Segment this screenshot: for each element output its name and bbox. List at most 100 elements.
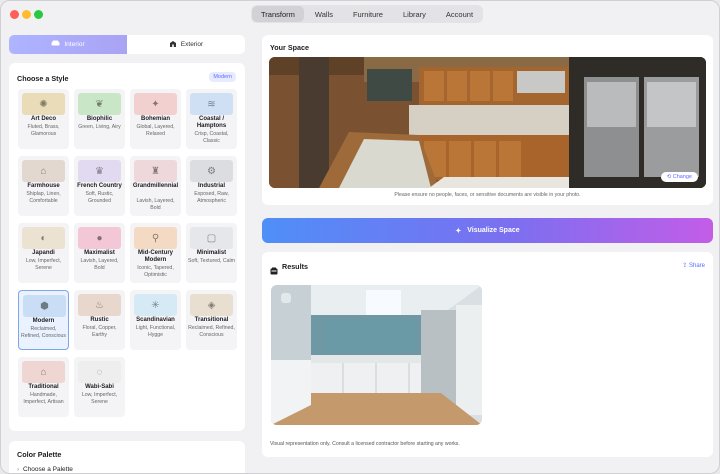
style-card-transitional[interactable]: ◈ Transitional Reclaimed, Refined, Conscio… <box>186 290 237 350</box>
style-description: Low, Imperfect, Serene <box>81 392 118 405</box>
style-description: Lavish, Layered, Bold <box>136 198 175 211</box>
style-description: Global, Layered, Relaxed <box>136 124 175 137</box>
main-nav: Transform Walls Furniture Library Accoun… <box>251 5 484 23</box>
style-card-mid-century-modern[interactable]: ⚲ Mid-Century Modern Iconic, Tapered, Opti… <box>130 223 181 283</box>
lamp-icon: ⚲ <box>134 227 177 249</box>
exterior-button[interactable]: Exterior <box>127 35 245 54</box>
left-sidebar: Interior Exterior Choose a Style Modern … <box>9 35 245 473</box>
style-name: Rustic <box>90 317 109 323</box>
style-card-rustic[interactable]: ♨ Rustic Floral, Copper, Earthy <box>74 290 125 350</box>
style-panel-title: Choose a Style <box>17 74 69 83</box>
result-render-image[interactable] <box>271 285 482 425</box>
tab-library[interactable]: Library <box>394 6 435 22</box>
titlebar: Transform Walls Furniture Library Accoun… <box>1 1 719 27</box>
style-card-industrial[interactable]: ⚙ Industrial Exposed, Raw, Atmospheric <box>186 156 237 216</box>
select-result-checkbox[interactable] <box>281 293 291 303</box>
visualize-space-button[interactable]: ✦ Visualize Space <box>262 218 713 243</box>
style-name: French Country <box>77 183 122 189</box>
style-name: Mid-Century Modern <box>138 250 173 263</box>
exterior-label: Exterior <box>180 41 204 48</box>
style-card-scandinavian[interactable]: ✳ Scandinavian Light, Functional, Hygge <box>130 290 181 350</box>
change-label: Change <box>672 174 692 180</box>
style-description: Reclaimed, Refined, Conscious <box>21 326 66 339</box>
columns-icon: ⌂ <box>22 361 65 383</box>
cube-icon: ⬢ <box>23 295 66 317</box>
kitchen-photo-illustration <box>269 57 706 188</box>
style-name: Biophilic <box>86 116 113 122</box>
share-icon: ⇪ <box>682 263 688 269</box>
share-button[interactable]: ⇪ Share <box>682 262 705 269</box>
palette-title: Color Palette <box>17 450 62 459</box>
uploaded-room-photo[interactable]: ⟲ Change <box>269 57 706 188</box>
tab-transform[interactable]: Transform <box>252 6 304 22</box>
circle-dashed-icon: ◌ <box>78 361 121 383</box>
style-card-modern[interactable]: ⬢ Modern Reclaimed, Refined, Conscious <box>18 290 69 350</box>
zoom-window-button[interactable] <box>34 10 43 19</box>
sparkles-icon: ✦ <box>134 93 177 115</box>
style-card-french-country[interactable]: ♛ French Country Soft, Rustic, Grounded <box>74 156 125 216</box>
style-card-bohemian[interactable]: ✦ Bohemian Global, Layered, Relaxed <box>130 89 181 149</box>
visualize-label: Visualize Space <box>467 227 520 234</box>
app-window: Transform Walls Furniture Library Accoun… <box>0 0 720 474</box>
half-circle-icon: ◐ <box>22 227 65 249</box>
results-disclaimer: Visual representation only. Consult a li… <box>270 441 460 447</box>
style-card-art-deco[interactable]: ✺ Art Deco Fluted, Brass, Glamorous <box>18 89 69 149</box>
style-card-wabi-sabi[interactable]: ◌ Wabi-Sabi Low, Imperfect, Serene <box>74 357 125 417</box>
style-description: Exposed, Raw, Atmospheric <box>194 191 229 204</box>
style-panel: Choose a Style Modern ✺ Art Deco Fluted, B… <box>9 63 245 431</box>
tab-walls[interactable]: Walls <box>306 6 342 22</box>
style-description: Floral, Copper, Earthy <box>82 325 117 338</box>
style-card-traditional[interactable]: ⌂ Traditional Handmade, Imperfect, Artisan <box>18 357 69 417</box>
sofa-icon <box>51 40 60 49</box>
your-space-title: Your Space <box>270 43 310 52</box>
modern-kitchen-illustration <box>271 285 482 425</box>
tab-furniture[interactable]: Furniture <box>344 6 392 22</box>
close-window-button[interactable] <box>10 10 19 19</box>
style-name: Wabi-Sabi <box>85 384 114 390</box>
style-description: Shiplap, Linen, Comfortable <box>26 191 61 204</box>
style-card-farmhouse[interactable]: ⌂ Farmhouse Shiplap, Linen, Comfortable <box>18 156 69 216</box>
style-name: Art Deco <box>30 116 56 122</box>
style-card-coastal-hamptons[interactable]: ≋ Coastal / Hamptons Crisp, Coastal, Class… <box>186 89 237 149</box>
style-name: Grandmillennial <box>132 183 179 189</box>
minimize-window-button[interactable] <box>22 10 31 19</box>
style-name: Maximalist <box>84 250 115 256</box>
snowflake-icon: ✳ <box>134 294 177 316</box>
style-card-maximalist[interactable]: ● Maximalist Lavish, Layered, Bold <box>74 223 125 283</box>
tab-account[interactable]: Account <box>437 6 482 22</box>
sparkle-icon: ✦ <box>455 227 462 235</box>
interior-button[interactable]: Interior <box>9 35 127 54</box>
share-label: Share <box>688 263 705 269</box>
style-description: Soft, Rustic, Grounded <box>85 191 114 204</box>
style-description: Lavish, Layered, Bold <box>80 258 119 271</box>
choose-palette-row[interactable]: › Choose a Palette <box>17 466 73 473</box>
style-name: Farmhouse <box>27 183 60 189</box>
crown-icon: ♛ <box>78 160 121 182</box>
square-icon: ▢ <box>190 227 233 249</box>
results-icon <box>270 262 278 280</box>
results-title: Results <box>282 262 308 271</box>
interior-label: Interior <box>64 41 85 48</box>
style-card-minimalist[interactable]: ▢ Minimalist Soft, Textured, Calm <box>186 223 237 283</box>
style-name: Minimalist <box>196 250 227 256</box>
gear-icon: ⚙ <box>190 160 233 182</box>
style-card-japandi[interactable]: ◐ Japandi Low, Imperfect, Serene <box>18 223 69 283</box>
choose-palette-label: Choose a Palette <box>23 466 73 473</box>
style-name: Scandinavian <box>136 317 175 323</box>
style-description: Low, Imperfect, Serene <box>25 258 62 271</box>
style-name: Japandi <box>32 250 55 256</box>
style-description: Handmade, Imperfect, Artisan <box>23 392 64 405</box>
style-description: Iconic, Tapered, Optimistic <box>137 265 174 278</box>
style-card-biophilic[interactable]: ❦ Biophilic Green, Living, Airy <box>74 89 125 149</box>
style-description: Light, Functional, Hygge <box>135 325 176 338</box>
refresh-icon: ⟲ <box>666 174 672 180</box>
style-name: Bohemian <box>140 116 170 122</box>
sun-icon: ✺ <box>22 93 65 115</box>
style-description: Soft, Textured, Calm <box>188 258 235 264</box>
palette-icon: ● <box>78 227 121 249</box>
interior-exterior-toggle: Interior Exterior <box>9 35 245 54</box>
layers-icon: ◈ <box>190 294 233 316</box>
change-photo-button[interactable]: ⟲ Change <box>660 172 698 182</box>
style-card-grandmillennial[interactable]: ♜ Grandmillennial Lavish, Layered, Bold <box>130 156 181 216</box>
style-description: Crisp, Coastal, Classic <box>194 131 229 144</box>
